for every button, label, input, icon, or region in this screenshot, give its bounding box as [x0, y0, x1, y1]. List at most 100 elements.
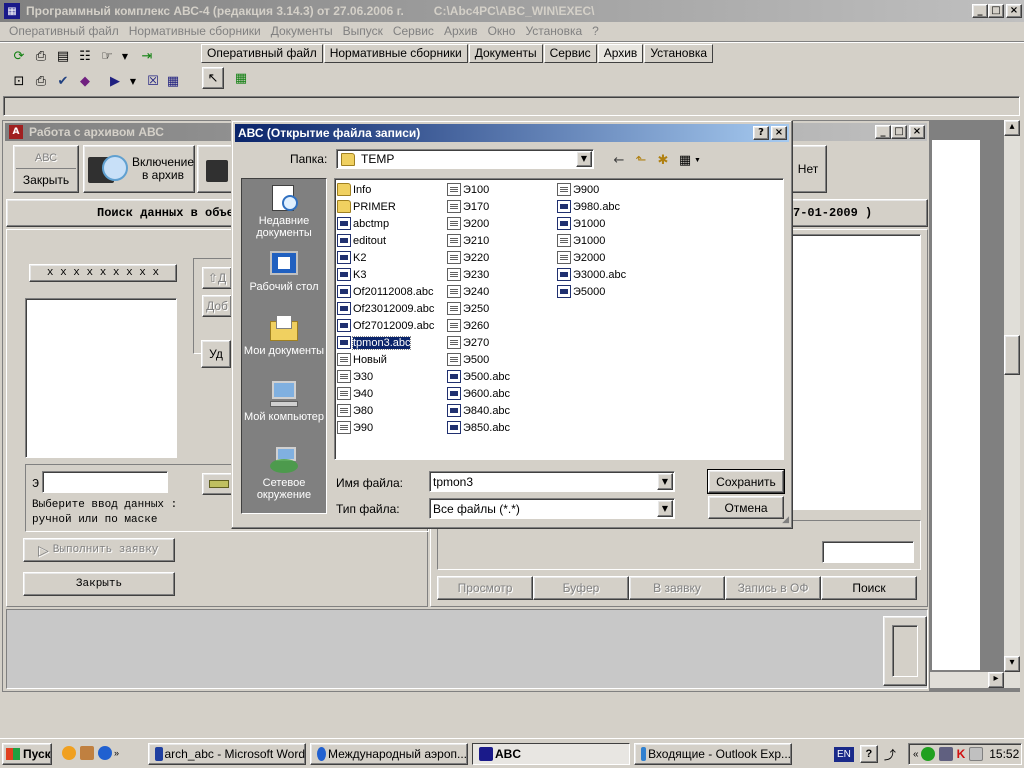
add-button[interactable]: Доб [202, 295, 232, 317]
place-my-documents[interactable]: Мои документы [242, 313, 326, 379]
book-icon[interactable]: ◆ [76, 72, 94, 90]
include-archive-button[interactable]: Включение в архив [83, 145, 195, 193]
close-icon[interactable]: × [1006, 4, 1022, 18]
task-browser[interactable]: Международный аэроп... [310, 743, 468, 765]
execute-request-button[interactable]: ▷ Выполнить заявку [23, 538, 175, 562]
file-item[interactable]: Э850.abc [447, 419, 510, 436]
cancel-button[interactable]: Отмена [708, 496, 784, 519]
file-item[interactable]: Э230 [447, 266, 489, 283]
file-item[interactable]: K3 [337, 266, 366, 283]
scroll-up-icon[interactable]: ▴ [1004, 120, 1020, 136]
menu-item-window[interactable]: Окно [483, 24, 521, 38]
check-icon[interactable]: ✔ [54, 72, 72, 90]
help-icon[interactable]: ? [753, 126, 769, 140]
refresh-icon[interactable]: ⟳ [10, 47, 28, 65]
minimize-icon[interactable]: _ [972, 4, 988, 18]
delete-button[interactable]: Уд [201, 340, 231, 368]
language-indicator[interactable]: EN [834, 746, 854, 762]
outlook-icon[interactable] [62, 746, 76, 760]
tab-service[interactable]: Сервис [543, 44, 597, 63]
save-button[interactable]: Сохранить [707, 469, 785, 494]
file-item[interactable]: Э100 [447, 181, 489, 198]
file-item[interactable]: Э5000 [557, 283, 605, 300]
file-item[interactable]: Э200 [447, 215, 489, 232]
back-arrow-icon[interactable]: ← [610, 151, 628, 169]
tool-icon[interactable] [80, 746, 94, 760]
buffer-button[interactable]: Буфер [533, 576, 629, 600]
calculator-icon[interactable]: ▤ [54, 47, 72, 65]
cursor-tray-icon[interactable]: ⤴ [884, 746, 896, 763]
filename-input[interactable]: tpmon3 ▼ [429, 471, 675, 492]
file-item[interactable]: Э2000 [557, 249, 605, 266]
add-up-button[interactable]: ⇧ Д [202, 267, 232, 289]
tab-operative[interactable]: Оперативный файл [201, 44, 323, 63]
task-word[interactable]: arch_abc - Microsoft Word [148, 743, 306, 765]
file-item[interactable]: Новый [337, 351, 387, 368]
close-button[interactable]: Закрыть [23, 572, 175, 596]
menu-item-archive[interactable]: Архив [439, 24, 483, 38]
list-icon[interactable]: ☷ [76, 47, 94, 65]
ie-icon[interactable] [98, 746, 112, 760]
view-button[interactable]: Просмотр [437, 576, 533, 600]
file-item[interactable]: Э3000.abc [557, 266, 626, 283]
file-item[interactable]: Э270 [447, 334, 489, 351]
place-network[interactable]: Сетевое окружение [242, 445, 326, 511]
maximize-icon[interactable]: □ [988, 4, 1004, 18]
up-folder-icon[interactable]: ⬑ [632, 151, 650, 169]
filetype-select[interactable]: Все файлы (*.*) ▼ [429, 498, 675, 519]
file-item[interactable]: Э840.abc [447, 402, 510, 419]
archive-maximize-icon[interactable]: □ [891, 125, 907, 139]
menu-item-settings[interactable]: Установка [520, 24, 587, 38]
exit-door-icon[interactable]: ⇥ [138, 47, 156, 65]
data-list[interactable] [25, 298, 177, 458]
filename-dropdown-icon[interactable]: ▼ [657, 473, 673, 490]
results-count-field[interactable] [822, 541, 914, 563]
file-item[interactable]: Э1000 [557, 232, 605, 249]
mask-field[interactable]: х х х х х х х х х [29, 264, 177, 282]
dialog-close-icon[interactable]: × [771, 126, 787, 140]
file-item[interactable]: Э80 [337, 402, 373, 419]
file-item[interactable]: editout [337, 232, 386, 249]
file-item[interactable]: tpmon3.abc [337, 334, 412, 351]
folder-select[interactable]: TEMP ▼ [336, 149, 594, 169]
file-item[interactable]: Э220 [447, 249, 489, 266]
file-item[interactable]: Э600.abc [447, 385, 510, 402]
help-tray-icon[interactable]: ? [859, 745, 878, 763]
start-button[interactable]: Пуск [2, 743, 52, 765]
scroll-thumb[interactable] [1004, 335, 1020, 375]
e-input[interactable] [42, 471, 168, 493]
file-item[interactable]: Э900 [557, 181, 599, 198]
menu-item-operative[interactable]: Оперативный файл [4, 24, 124, 38]
to-request-button[interactable]: В заявку [629, 576, 725, 600]
play-dropdown-icon[interactable]: ▼ [124, 72, 142, 90]
dropdown-arrow-icon[interactable]: ▼ [116, 47, 134, 65]
new-folder-icon[interactable]: ✱ [654, 151, 672, 169]
stop-icon[interactable]: ☒ [144, 72, 162, 90]
file-item[interactable]: Э210 [447, 232, 489, 249]
archive-close-toolbar-button[interactable]: АВС Закрыть [13, 145, 79, 193]
tab-settings[interactable]: Установка [644, 44, 714, 63]
file-item[interactable]: Of27012009.abc [337, 317, 434, 334]
network-tray-icon[interactable] [938, 747, 953, 761]
file-item[interactable]: Э250 [447, 300, 489, 317]
no-button[interactable]: Нет [789, 145, 827, 193]
task-abc[interactable]: ABC [472, 743, 630, 765]
search-button[interactable]: Поиск [821, 576, 917, 600]
print-icon[interactable]: ⎙ [32, 47, 50, 65]
file-item[interactable]: Э170 [447, 198, 489, 215]
archive-close-icon[interactable]: × [909, 125, 925, 139]
preview-icon[interactable]: ⊡ [10, 72, 28, 90]
file-item[interactable]: Э500.abc [447, 368, 510, 385]
volume-icon[interactable] [969, 747, 984, 761]
file-item[interactable]: PRIMER [337, 198, 396, 215]
kaspersky-icon[interactable]: K [957, 747, 966, 761]
scroll-right-icon[interactable]: ▸ [988, 672, 1004, 688]
file-item[interactable]: Э240 [447, 283, 489, 300]
resize-grip-icon[interactable]: ◢ [782, 514, 789, 525]
file-item[interactable]: Э90 [337, 419, 373, 436]
file-item[interactable]: Э1000 [557, 215, 605, 232]
chevron-icon[interactable]: » [114, 748, 119, 758]
tab-archive[interactable]: Архив [597, 44, 644, 63]
place-desktop[interactable]: Рабочий стол [242, 249, 326, 315]
filetype-dropdown-icon[interactable]: ▼ [657, 500, 673, 517]
